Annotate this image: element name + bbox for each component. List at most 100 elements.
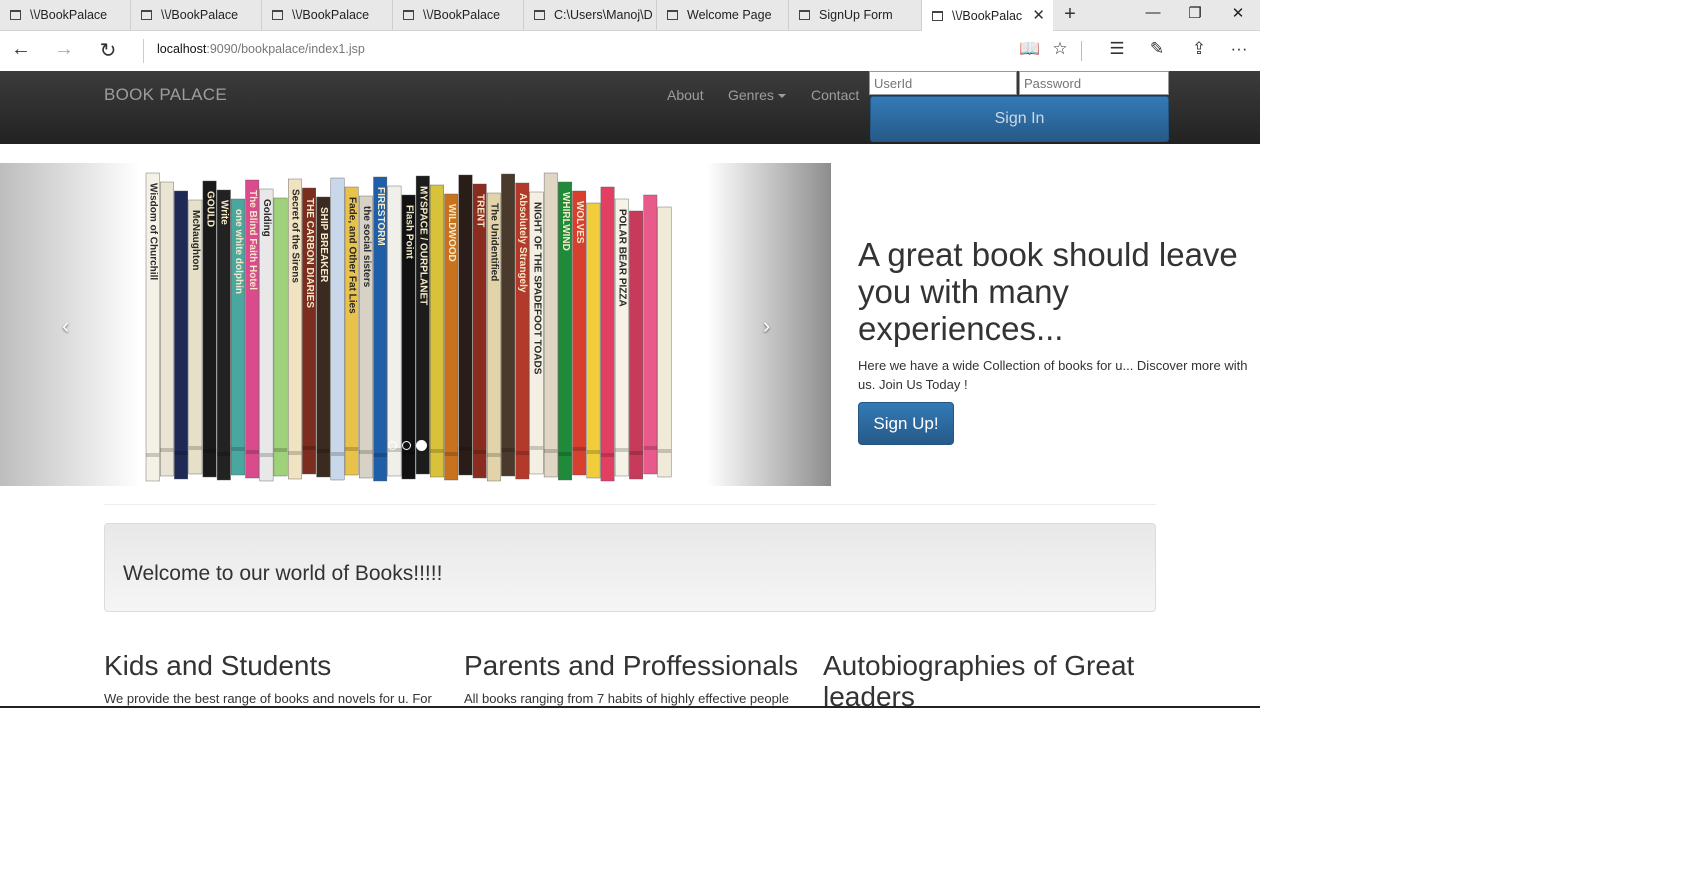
hub-icon[interactable]: ☰	[1105, 39, 1129, 59]
userid-input[interactable]	[869, 71, 1017, 95]
nav-contact-link[interactable]: Contact	[811, 87, 859, 103]
book-spine	[586, 202, 601, 479]
tab-6[interactable]: Welcome Page	[657, 0, 789, 30]
svg-text:WILDWOOD: WILDWOOD	[446, 204, 457, 262]
favorite-star-icon[interactable]: ☆	[1048, 39, 1072, 59]
book-spine: The Blind Faith Hotel	[245, 179, 260, 479]
carousel-prev-control[interactable]: ‹	[0, 163, 140, 486]
kids-heading: Kids and Students	[104, 650, 332, 681]
share-icon[interactable]: ⇪	[1187, 39, 1211, 59]
page-icon	[799, 10, 810, 20]
tab-2[interactable]: \\/BookPalace	[131, 0, 262, 30]
autobiographies-heading: Autobiographies of Great leaders	[823, 650, 1135, 712]
carousel-dot-3-active[interactable]	[416, 440, 427, 451]
tab-8-active[interactable]: \\/BookPalac ✕	[922, 0, 1053, 31]
tab-5[interactable]: C:\Users\Manoj\D	[524, 0, 657, 30]
book-spine: TRENT	[472, 183, 487, 479]
book-spine	[600, 186, 615, 482]
tab-label: Welcome Page	[687, 8, 772, 22]
svg-text:FIRESTORM: FIRESTORM	[375, 187, 386, 246]
bookshelf-image: Wisdom of Churchill McNaughtonGOULD Write o…	[145, 172, 672, 482]
book-spine: POLAR BEAR PIZZA	[614, 198, 629, 477]
page-icon	[10, 10, 21, 20]
svg-text:TRENT: TRENT	[474, 194, 485, 227]
book-spine: the social sisters	[358, 195, 373, 479]
url-path: :9090/bookpalace/index1.jsp	[206, 42, 365, 56]
svg-text:Write: Write	[219, 200, 230, 225]
svg-text:The Blind Faith Hotel: The Blind Faith Hotel	[247, 190, 258, 290]
svg-text:WOLVES: WOLVES	[574, 201, 585, 244]
site-navbar: BOOK PALACE About Genres Contact Sign In	[0, 71, 1260, 144]
reading-view-icon[interactable]: 📖	[1018, 39, 1042, 59]
tab-label: \\/BookPalac	[952, 8, 1023, 23]
minimize-button[interactable]: —	[1133, 4, 1173, 21]
page-icon	[932, 10, 943, 21]
page-icon	[403, 10, 414, 20]
svg-text:THE CARBON DIARIES: THE CARBON DIARIES	[304, 198, 315, 308]
password-input[interactable]	[1019, 71, 1169, 95]
tab-4[interactable]: \\/BookPalace	[393, 0, 524, 30]
parents-text: All books ranging from 7 habits of highl…	[464, 691, 789, 706]
page-icon	[141, 10, 152, 20]
book-spine	[387, 185, 402, 477]
book-spine: Flash Point	[401, 194, 416, 480]
close-tab-icon[interactable]: ✕	[1032, 6, 1045, 24]
new-tab-button[interactable]: +	[1060, 3, 1080, 26]
back-icon[interactable]: ←	[9, 38, 33, 61]
carousel-indicators	[388, 440, 427, 451]
url-field[interactable]: localhost:9090/bookpalace/index1.jsp	[157, 42, 365, 56]
web-note-icon[interactable]: ✎	[1145, 39, 1169, 59]
book-spine: McNaughton	[188, 199, 203, 475]
close-window-button[interactable]: ✕	[1218, 4, 1258, 22]
book-spine: Absolutely Strangely	[515, 182, 530, 480]
book-spine	[430, 184, 444, 478]
tab-7[interactable]: SignUp Form	[789, 0, 922, 30]
book-spine	[174, 190, 189, 480]
page-icon	[667, 10, 678, 20]
nav-genres-dropdown[interactable]: Genres	[728, 87, 786, 103]
book-carousel: ‹ Wisdom of Churchill McNaughton GOULD Writ…	[0, 163, 831, 486]
tab-bar: \\/BookPalace \\/BookPalace \\/BookPalac…	[0, 0, 1260, 31]
sign-in-button[interactable]: Sign In	[870, 96, 1169, 142]
book-spine	[657, 206, 672, 478]
nav-about-link[interactable]: About	[667, 87, 704, 103]
svg-text:Fade, and Other Fat Lies: Fade, and Other Fat Lies	[346, 197, 357, 314]
book-spine	[273, 197, 288, 477]
carousel-next-control[interactable]: ›	[707, 163, 831, 486]
carousel-dot-1[interactable]	[388, 441, 397, 450]
book-spine: The Unidentified	[487, 192, 501, 482]
address-bar: ← → ↻ localhost:9090/bookpalace/index1.j…	[0, 31, 1260, 72]
restore-button[interactable]: ❐	[1175, 4, 1215, 22]
tab-label: \\/BookPalace	[292, 8, 370, 22]
svg-text:NIGHT OF THE SPADEFOOT TOADS: NIGHT OF THE SPADEFOOT TOADS	[531, 202, 542, 375]
refresh-icon[interactable]: ↻	[96, 38, 120, 63]
book-spine	[458, 174, 473, 476]
book-spine	[543, 172, 558, 478]
brand-logo[interactable]: BOOK PALACE	[104, 85, 227, 105]
sign-up-button[interactable]: Sign Up!	[858, 402, 954, 445]
book-spine	[501, 173, 515, 477]
book-spine	[160, 181, 174, 477]
hero-heading: A great book should leave you with many …	[858, 236, 1238, 347]
svg-text:POLAR BEAR PIZZA: POLAR BEAR PIZZA	[617, 209, 628, 307]
chevron-right-icon: ›	[763, 313, 771, 338]
book-spine	[330, 177, 345, 481]
book-spine: FIRESTORM	[373, 176, 388, 482]
svg-text:the social sisters: the social sisters	[361, 206, 372, 288]
forward-icon[interactable]: →	[52, 38, 76, 61]
divider	[143, 39, 144, 63]
svg-text:WHIRLWIND: WHIRLWIND	[560, 192, 571, 251]
book-spine	[629, 210, 643, 480]
more-icon[interactable]: ···	[1227, 39, 1251, 59]
book-spine: Write	[216, 189, 231, 481]
svg-text:Flash Point: Flash Point	[403, 205, 414, 260]
svg-text:GOULD: GOULD	[204, 191, 215, 227]
tab-3[interactable]: \\/BookPalace	[262, 0, 393, 30]
kids-text: We provide the best range of books and n…	[104, 691, 432, 706]
book-spine: Wisdom of Churchill	[145, 172, 160, 482]
tab-label: \\/BookPalace	[30, 8, 108, 22]
tab-1[interactable]: \\/BookPalace	[0, 0, 131, 30]
divider	[104, 504, 1156, 505]
carousel-dot-2[interactable]	[402, 441, 411, 450]
svg-text:MYSPACE / OURPLANET: MYSPACE / OURPLANET	[418, 186, 429, 305]
